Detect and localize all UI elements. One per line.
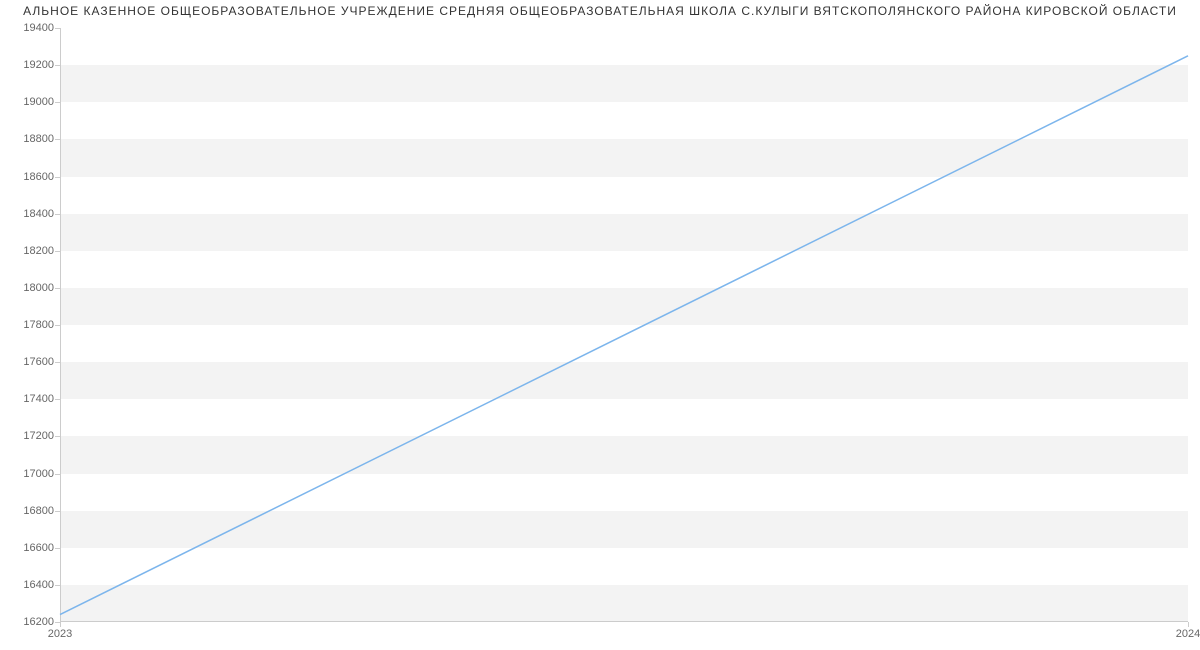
y-tick-mark (55, 28, 60, 29)
y-tick-label: 16400 (23, 579, 54, 591)
y-tick-label: 16800 (23, 505, 54, 517)
line-layer (60, 28, 1188, 622)
y-tick-label: 18400 (23, 208, 54, 220)
y-tick-mark (55, 214, 60, 215)
y-tick-label: 19000 (23, 96, 54, 108)
x-tick-label: 2024 (1176, 628, 1200, 640)
y-tick-mark (55, 139, 60, 140)
x-tick-label: 2023 (48, 628, 72, 640)
y-tick-label: 17000 (23, 468, 54, 480)
y-tick-mark (55, 474, 60, 475)
y-tick-mark (55, 436, 60, 437)
y-tick-label: 18800 (23, 133, 54, 145)
x-tick-mark (60, 622, 61, 627)
y-tick-label: 17600 (23, 356, 54, 368)
y-tick-mark (55, 399, 60, 400)
y-tick-label: 17200 (23, 430, 54, 442)
y-tick-label: 17800 (23, 319, 54, 331)
y-tick-mark (55, 288, 60, 289)
y-tick-label: 16600 (23, 542, 54, 554)
y-tick-mark (55, 251, 60, 252)
y-tick-label: 19400 (23, 22, 54, 34)
y-tick-mark (55, 548, 60, 549)
y-tick-label: 18200 (23, 245, 54, 257)
plot-area: 1620016400166001680017000172001740017600… (60, 28, 1188, 622)
y-tick-mark (55, 65, 60, 66)
y-tick-label: 19200 (23, 59, 54, 71)
y-tick-label: 17400 (23, 393, 54, 405)
y-tick-label: 18600 (23, 171, 54, 183)
y-tick-mark (55, 177, 60, 178)
y-tick-mark (55, 362, 60, 363)
y-tick-label: 16200 (23, 616, 54, 628)
y-tick-mark (55, 325, 60, 326)
chart-container: АЛЬНОЕ КАЗЕННОЕ ОБЩЕОБРАЗОВАТЕЛЬНОЕ УЧРЕ… (0, 0, 1200, 650)
y-tick-mark (55, 511, 60, 512)
y-tick-mark (55, 102, 60, 103)
chart-title: АЛЬНОЕ КАЗЕННОЕ ОБЩЕОБРАЗОВАТЕЛЬНОЕ УЧРЕ… (0, 0, 1200, 26)
data-line (60, 56, 1188, 615)
x-tick-mark (1188, 622, 1189, 627)
y-tick-mark (55, 585, 60, 586)
y-tick-label: 18000 (23, 282, 54, 294)
